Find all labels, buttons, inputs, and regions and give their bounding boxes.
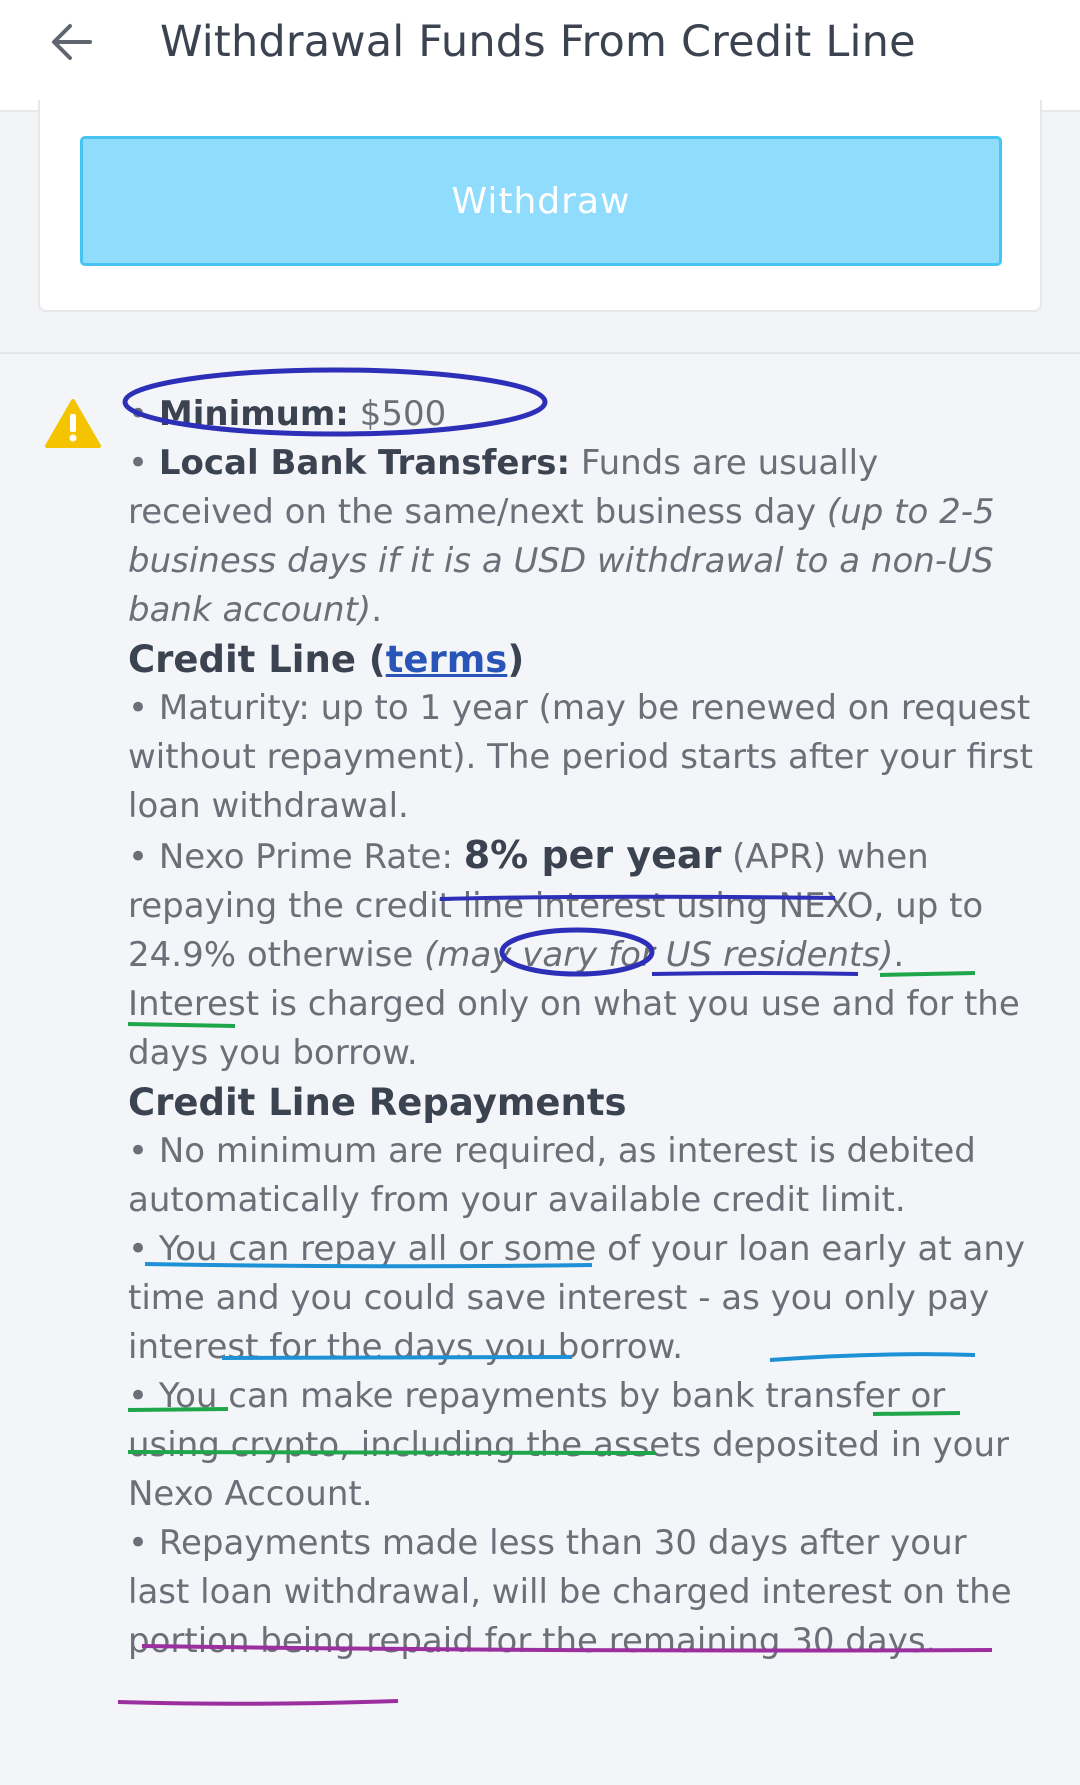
bank-transfer-line: • Local Bank Transfers: Funds are usuall… xyxy=(128,443,995,630)
repayment-item-1: • No minimum are required, as interest i… xyxy=(128,1131,976,1220)
page-title: Withdrawal Funds From Credit Line xyxy=(160,17,916,67)
prime-rate-note: (may vary for US residents) xyxy=(424,935,894,975)
credit-line-title-suffix: ) xyxy=(507,638,525,681)
credit-line-title: Credit Line (terms) xyxy=(128,635,1033,684)
terms-link[interactable]: terms xyxy=(386,638,508,681)
minimum-value: $500 xyxy=(359,394,447,434)
minimum-line: • Minimum: $500 xyxy=(128,394,447,434)
repayments-title: Credit Line Repayments xyxy=(128,1081,627,1124)
credit-line-title-prefix: Credit Line ( xyxy=(128,638,386,681)
arrow-left-icon xyxy=(52,24,92,60)
prime-rate-prefix: • Nexo Prime Rate: xyxy=(128,837,464,877)
withdraw-card: Withdraw xyxy=(38,100,1042,312)
warning-icon xyxy=(45,399,101,448)
maturity-line: • Maturity: up to 1 year (may be renewed… xyxy=(128,688,1033,826)
repayment-item-4: • Repayments made less than 30 days afte… xyxy=(128,1523,1012,1661)
repayment-item-3: • You can make repayments by bank transf… xyxy=(128,1376,1009,1514)
prime-rate-line: • Nexo Prime Rate: 8% per year (APR) whe… xyxy=(128,831,1033,1078)
repayment-item-2: • You can repay all or some of your loan… xyxy=(128,1229,1025,1367)
prime-rate-value: 8% per year xyxy=(463,833,722,877)
back-button[interactable] xyxy=(40,10,104,74)
bank-transfer-label: Local Bank Transfers: xyxy=(158,443,571,483)
app-header: Withdrawal Funds From Credit Line xyxy=(0,0,1080,112)
withdraw-button[interactable]: Withdraw xyxy=(80,136,1002,266)
minimum-label: Minimum: xyxy=(158,394,349,434)
bank-transfer-end: . xyxy=(371,590,382,630)
notice-text: • Minimum: $500 • Local Bank Transfers: … xyxy=(128,390,1033,1666)
